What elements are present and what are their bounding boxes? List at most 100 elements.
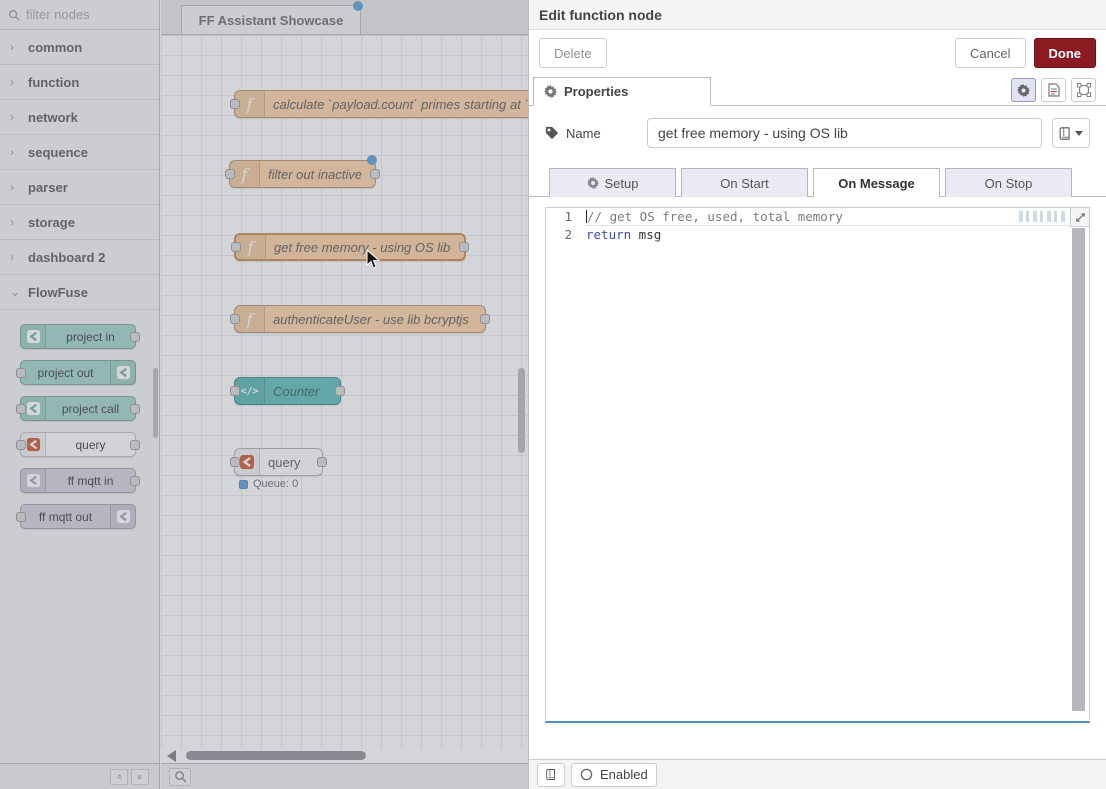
output-port[interactable] [459, 242, 469, 252]
input-port[interactable] [231, 242, 241, 252]
palette-category-network[interactable]: › network [0, 100, 159, 135]
palette-category-sequence[interactable]: › sequence [0, 135, 159, 170]
book-icon [1059, 127, 1071, 140]
tab-setup[interactable]: Setup [549, 168, 676, 197]
library-dropdown-button[interactable] [1052, 118, 1090, 148]
palette-node-ff-mqtt-out[interactable]: ff mqtt out [20, 504, 136, 529]
output-port[interactable] [130, 404, 140, 414]
palette-category-common[interactable]: › common [0, 30, 159, 65]
palette-footer: « « [0, 763, 159, 789]
editor-minimap [1019, 211, 1067, 222]
cancel-button[interactable]: Cancel [955, 38, 1025, 68]
flowfuse-icon [110, 361, 135, 384]
expand-icon [1075, 212, 1086, 223]
chevron-right-icon: › [10, 215, 18, 229]
output-port[interactable] [130, 476, 140, 486]
flow-tab-bar: FF Assistant Showcase [161, 0, 528, 35]
flow-node-query[interactable]: query [234, 448, 323, 476]
flow-node-get-free-memory[interactable]: f get free memory - using OS lib [234, 233, 466, 261]
editor-expand-button[interactable] [1070, 208, 1089, 227]
node-description-button[interactable] [1041, 78, 1066, 102]
function-editor-tabs: Setup On Start On Message On Stop [529, 158, 1106, 197]
magnifier-icon [174, 770, 187, 783]
tab-on-message[interactable]: On Message [813, 168, 940, 198]
flowfuse-icon [110, 505, 135, 528]
code-editor-wrap: 1 // get OS free, used, total memory 2 r… [529, 197, 1106, 723]
palette-node-project-in[interactable]: project in [20, 324, 136, 349]
code-line-1: 1 // get OS free, used, total memory [546, 208, 1089, 226]
scroll-left-arrow-icon[interactable] [167, 750, 176, 762]
output-port[interactable] [130, 440, 140, 450]
delete-button[interactable]: Delete [539, 38, 607, 68]
input-port[interactable] [230, 386, 240, 396]
tab-on-stop[interactable]: On Stop [945, 168, 1072, 197]
output-port[interactable] [370, 169, 380, 179]
canvas-vertical-scrollbar[interactable] [518, 368, 525, 453]
horizontal-scroll-thumb[interactable] [186, 751, 366, 760]
tag-icon [545, 126, 559, 140]
panel-title: Edit function node [539, 7, 662, 23]
input-port[interactable] [16, 368, 26, 378]
input-port[interactable] [230, 457, 240, 467]
document-icon [1048, 83, 1060, 97]
flow-canvas[interactable]: f calculate `payload.count` primes start… [161, 35, 528, 749]
enabled-circle-icon [580, 768, 593, 781]
node-appearance-button[interactable] [1071, 78, 1096, 102]
input-port[interactable] [16, 440, 26, 450]
chevron-down-icon: ⌄ [10, 285, 18, 299]
input-port[interactable] [16, 404, 26, 414]
code-editor[interactable]: 1 // get OS free, used, total memory 2 r… [545, 207, 1090, 723]
flow-node-counter[interactable]: </> Counter [234, 377, 341, 405]
chevron-right-icon: › [10, 145, 18, 159]
palette-node-query[interactable]: query [20, 432, 136, 457]
tab-properties[interactable]: Properties [533, 77, 711, 106]
input-port[interactable] [230, 314, 240, 324]
gear-icon [1017, 84, 1030, 97]
collapse-all-categories-button[interactable]: « [110, 769, 128, 785]
done-button[interactable]: Done [1034, 38, 1097, 68]
chevron-right-icon: › [10, 250, 18, 264]
palette-search-placeholder: filter nodes [26, 7, 90, 22]
input-port[interactable] [225, 169, 235, 179]
chevron-right-icon: › [10, 110, 18, 124]
editor-vertical-scrollbar[interactable] [1072, 228, 1085, 711]
palette-search[interactable]: filter nodes [0, 0, 159, 30]
appearance-frame-icon [1077, 83, 1091, 97]
output-port[interactable] [480, 314, 490, 324]
palette-category-parser[interactable]: › parser [0, 170, 159, 205]
palette-category-storage[interactable]: › storage [0, 205, 159, 240]
output-port[interactable] [317, 457, 327, 467]
panel-action-buttons [1011, 78, 1096, 102]
palette-node-ff-mqtt-in[interactable]: ff mqtt in [20, 468, 136, 493]
palette-category-flowfuse[interactable]: ⌄ FlowFuse [0, 275, 159, 310]
left-region: filter nodes › common › function › netwo… [0, 0, 528, 789]
palette-category-dashboard2[interactable]: › dashboard 2 [0, 240, 159, 275]
input-port[interactable] [230, 99, 240, 109]
flow-node-authenticate-user[interactable]: f authenticateUser - use lib bcryptjs [234, 305, 486, 333]
tab-on-start[interactable]: On Start [681, 168, 808, 197]
expand-all-categories-button[interactable]: « [131, 769, 149, 785]
palette-node-project-out[interactable]: project out [20, 360, 136, 385]
status-dot-icon [239, 480, 248, 489]
flow-node-filter-out-inactive[interactable]: f filter out inactive [229, 160, 376, 188]
library-button[interactable] [537, 763, 565, 787]
canvas-horizontal-scrollbar [161, 749, 528, 763]
output-port[interactable] [335, 386, 345, 396]
flow-node-calculate-primes[interactable]: f calculate `payload.count` primes start… [234, 90, 528, 118]
palette-category-function[interactable]: › function [0, 65, 159, 100]
workspace: FF Assistant Showcase f calculate `paylo… [161, 0, 528, 789]
palette-flowfuse-nodes: project in project out project call [0, 310, 159, 529]
enabled-toggle-button[interactable]: Enabled [571, 763, 657, 787]
node-properties-button[interactable] [1011, 78, 1036, 102]
panel-bottom-spacer [529, 723, 1106, 759]
edit-panel-buttons: Delete Cancel Done [529, 30, 1106, 76]
palette-scrollbar[interactable] [153, 368, 158, 438]
node-status: Queue: 0 [239, 478, 298, 490]
palette-node-project-call[interactable]: project call [20, 396, 136, 421]
output-port[interactable] [130, 332, 140, 342]
node-red-app: filter nodes › common › function › netwo… [0, 0, 1106, 789]
zoom-reset-button[interactable] [169, 768, 191, 786]
input-port[interactable] [16, 512, 26, 522]
flow-tab[interactable]: FF Assistant Showcase [181, 5, 361, 34]
node-name-input[interactable] [647, 118, 1042, 148]
